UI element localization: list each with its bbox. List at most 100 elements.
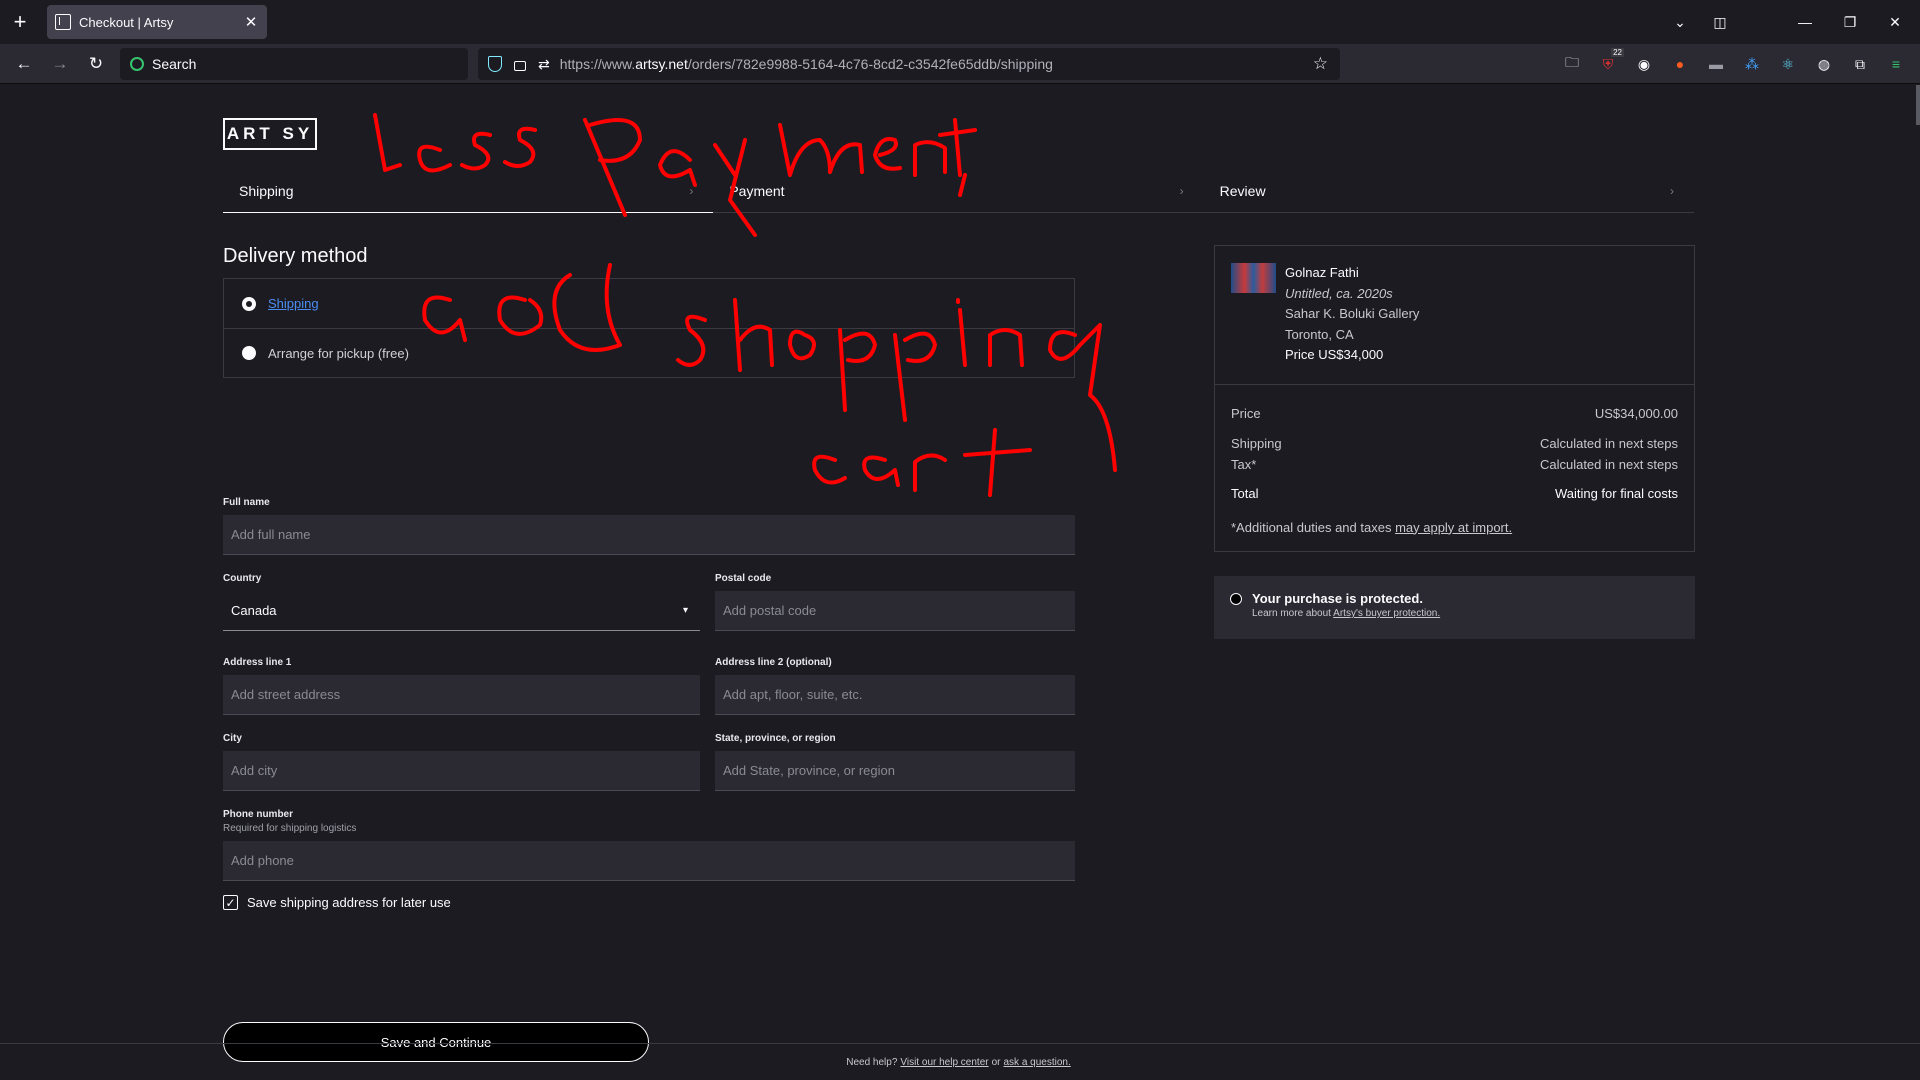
pickup-option-label: Arrange for pickup (free) (268, 345, 409, 361)
downloads-folder-icon[interactable]: 🗀 (1562, 54, 1582, 74)
bookmark-star-icon[interactable]: ☆ (1313, 54, 1328, 74)
artwork-title: Untitled, ca. 2020s (1285, 285, 1393, 301)
list-all-tabs-icon[interactable]: ⌄ (1660, 0, 1700, 44)
colors-extension-icon[interactable]: ⁂ (1742, 54, 1762, 74)
field-label: Postal code (715, 573, 772, 584)
cost-value: Calculated in next steps (1539, 456, 1678, 472)
region-field: State, province, or region Add State, pr… (715, 733, 1075, 791)
close-tab-icon[interactable]: ✕ (243, 13, 259, 31)
address2-field: Address line 2 (optional) Add apt, floor… (715, 657, 1075, 715)
window-close-icon[interactable]: ✕ (1875, 0, 1915, 44)
caret-down-icon: ▾ (682, 605, 688, 616)
url-bar[interactable]: ⇄ https://www.artsy.net/orders/782e9988-… (478, 48, 1340, 80)
field-label: State, province, or region (715, 733, 836, 744)
total-value: Waiting for final costs (1554, 485, 1678, 501)
address2-input[interactable]: Add apt, floor, suite, etc. (715, 675, 1075, 715)
privacy-extension-icon[interactable]: ● (1670, 54, 1690, 74)
field-label: Address line 2 (optional) (715, 657, 832, 668)
step-shipping[interactable]: Shipping › (223, 170, 714, 213)
browser-tab-bar: + Checkout | Artsy ✕ ⌄ ◫ — ❐ ✕ (0, 0, 1920, 44)
delivery-option-shipping[interactable]: Shipping (224, 279, 1074, 328)
buyer-protection-link[interactable]: Artsy's buyer protection. (1333, 608, 1440, 619)
artsy-logo[interactable]: ART SY (223, 118, 317, 150)
checkout-page: ART SY Shipping › Payment › Review › Del… (0, 85, 1920, 1080)
chevron-right-icon: › (1179, 184, 1184, 198)
help-text: Need help? (846, 1056, 898, 1068)
radio-icon[interactable] (242, 346, 256, 360)
glasses-extension-icon[interactable]: ◉ (1634, 54, 1654, 74)
cost-label: Tax* (1231, 456, 1257, 472)
field-label: Address line 1 (223, 657, 292, 668)
cost-breakdown: Price US$34,000.00 Shipping Calculated i… (1215, 385, 1694, 551)
cost-row-shipping: Shipping Calculated in next steps (1231, 433, 1678, 454)
full-name-input[interactable]: Add full name (223, 515, 1075, 555)
url-text: https://www.artsy.net/orders/782e9988-51… (559, 56, 1053, 72)
ublock-icon[interactable]: ⛨ 22 (1598, 48, 1624, 74)
phone-input[interactable]: Add phone (223, 841, 1075, 881)
artwork-location: Toronto, CA (1285, 326, 1354, 342)
step-payment[interactable]: Payment › (713, 170, 1203, 212)
search-box[interactable]: Search (120, 48, 468, 80)
menu-icon[interactable]: ≡ (1886, 54, 1906, 74)
ask-question-link[interactable]: ask a question. (1004, 1057, 1071, 1068)
buyer-protection-banner: Your purchase is protected. Learn more a… (1214, 576, 1695, 639)
permissions-icon[interactable]: ⇄ (538, 56, 550, 73)
cost-value: Calculated in next steps (1539, 435, 1678, 451)
cost-label: Price (1231, 405, 1261, 421)
back-icon[interactable]: ← (8, 48, 40, 80)
page-scrollbar[interactable] (1916, 85, 1920, 125)
tracking-protection-icon[interactable] (488, 56, 502, 72)
field-label: City (223, 733, 242, 744)
minimize-icon[interactable]: — (1785, 0, 1825, 44)
radio-selected-icon[interactable] (242, 296, 256, 311)
order-summary: Golnaz Fathi Untitled, ca. 2020s Sahar K… (1214, 245, 1695, 552)
postal-code-input[interactable]: Add postal code (715, 591, 1075, 631)
globe-extension-icon[interactable]: ◍ (1814, 54, 1834, 74)
shield-check-icon (1230, 592, 1242, 605)
cost-label: Shipping (1231, 435, 1282, 451)
gallery-name: Sahar K. Boluki Gallery (1285, 306, 1420, 321)
field-label: Phone number (223, 809, 294, 820)
city-field: City Add city (223, 733, 700, 791)
extensions-puzzle-icon[interactable]: ⧉ (1850, 54, 1870, 74)
checkmark-icon[interactable]: ✓ (223, 895, 238, 910)
or-text: or (991, 1056, 1001, 1068)
step-label: Review (1219, 183, 1266, 199)
city-input[interactable]: Add city (223, 751, 700, 791)
address1-input[interactable]: Add street address (223, 675, 700, 715)
restore-icon[interactable]: ❐ (1830, 0, 1870, 44)
cost-row-tax: Tax* Calculated in next steps (1231, 454, 1678, 475)
reload-icon[interactable]: ↻ (80, 48, 112, 80)
full-name-field: Full name Add full name (223, 497, 1075, 555)
search-placeholder: Search (152, 56, 197, 72)
delivery-option-pickup[interactable]: Arrange for pickup (free) (224, 328, 1074, 377)
field-hint: Required for shipping logistics (223, 823, 357, 834)
region-input[interactable]: Add State, province, or region (715, 751, 1075, 791)
browser-tab[interactable]: Checkout | Artsy ✕ (47, 5, 267, 39)
help-footer: Need help? Visit our help center or ask … (0, 1043, 1920, 1080)
country-select[interactable]: Canada ▾ (223, 591, 700, 631)
forward-icon[interactable]: → (44, 48, 76, 80)
protection-text: Learn more about (1252, 608, 1334, 619)
artist-name: Golnaz Fathi (1285, 265, 1359, 280)
lock-icon[interactable] (514, 61, 526, 71)
duties-link[interactable]: may apply at import. (1395, 520, 1512, 535)
artwork-info: Golnaz Fathi Untitled, ca. 2020s Sahar K… (1285, 263, 1419, 366)
new-tab-button[interactable]: + (0, 0, 40, 44)
delivery-options: Shipping Arrange for pickup (free) (223, 278, 1075, 378)
artwork-thumbnail[interactable] (1231, 263, 1276, 293)
country-field: Country Canada ▾ (223, 573, 700, 631)
react-devtools-icon[interactable]: ⚛ (1778, 54, 1798, 74)
shipping-option-label[interactable]: Shipping (268, 296, 319, 311)
shipping-form: Delivery method Shipping Arrange for pic… (223, 245, 1075, 1062)
cost-row-price: Price US$34,000.00 (1231, 403, 1678, 424)
card-extension-icon[interactable]: ▬ (1706, 54, 1726, 74)
artwork-details: Golnaz Fathi Untitled, ca. 2020s Sahar K… (1215, 246, 1694, 385)
save-address-checkbox[interactable]: ✓ Save shipping address for later use (223, 895, 451, 910)
total-label: Total (1231, 485, 1259, 501)
help-center-link[interactable]: Visit our help center (900, 1057, 988, 1068)
artwork-price: Price US$34,000 (1285, 347, 1384, 362)
sidebar-toggle-icon[interactable]: ◫ (1700, 0, 1740, 44)
duties-text: *Additional duties and taxes (1231, 519, 1396, 535)
step-review[interactable]: Review › (1204, 170, 1694, 212)
